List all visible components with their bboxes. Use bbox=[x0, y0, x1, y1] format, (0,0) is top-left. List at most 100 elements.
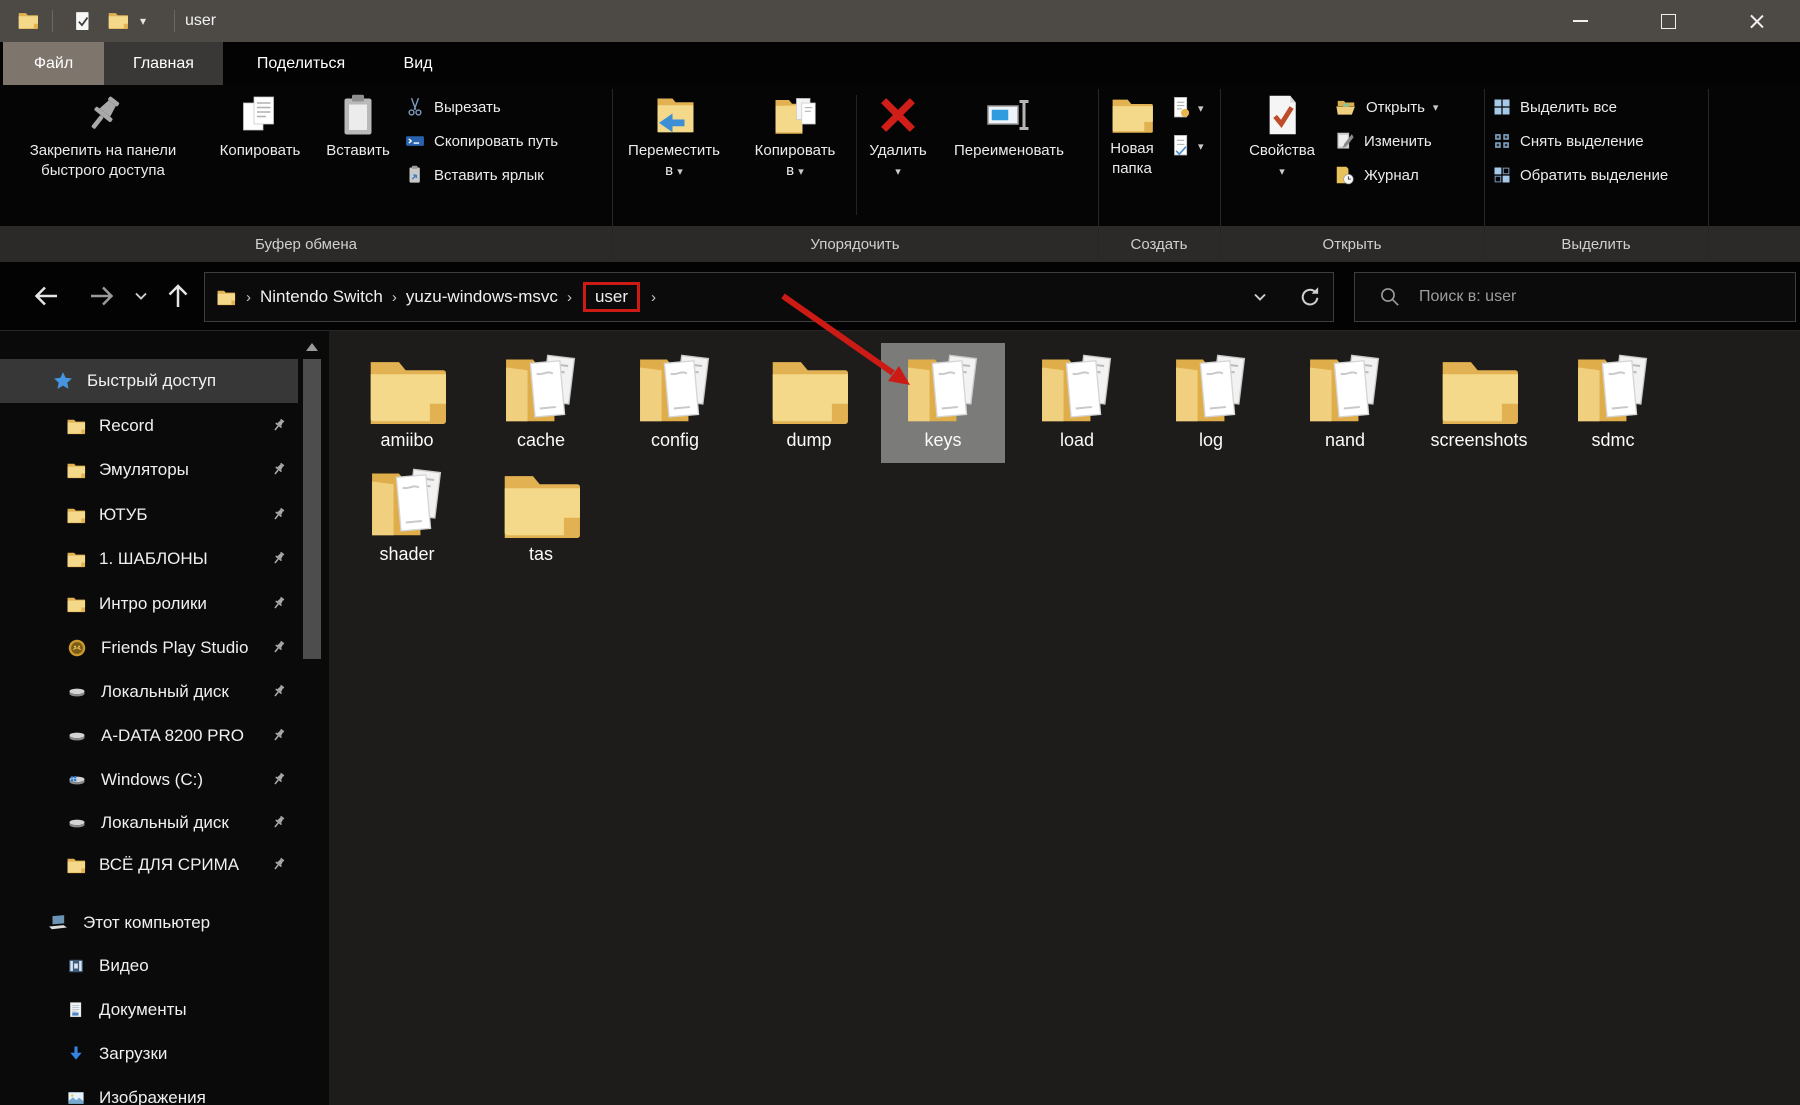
forward-icon[interactable] bbox=[86, 280, 118, 312]
cut-button[interactable]: Вырезать bbox=[404, 92, 501, 122]
tab-share[interactable]: Поделиться bbox=[236, 42, 366, 85]
sidebar-item-quick-access[interactable]: Быстрый доступ bbox=[0, 359, 298, 403]
sidebar-item-downloads[interactable]: Загрузки bbox=[0, 1032, 298, 1076]
folder-tile-keys-selected[interactable]: keys bbox=[881, 343, 1005, 463]
breadcrumb-nintendo-switch[interactable]: Nintendo Switch bbox=[260, 287, 383, 307]
sidebar-item-intro-videos[interactable]: Интро ролики bbox=[0, 582, 298, 626]
folder-tile-cache[interactable]: cache bbox=[479, 343, 603, 463]
folder-with-files-icon bbox=[364, 460, 450, 546]
folder-icon bbox=[66, 505, 86, 525]
up-icon[interactable] bbox=[162, 280, 194, 312]
clipboard-icon bbox=[334, 91, 382, 139]
copy-button[interactable]: Копировать bbox=[208, 91, 312, 161]
sidebar-item-local-disk-2[interactable]: Локальный диск bbox=[0, 801, 298, 845]
divider bbox=[174, 10, 175, 32]
new-folder-button[interactable]: Новая папка bbox=[1100, 91, 1164, 179]
address-toolbar: › Nintendo Switch › yuzu-windows-msvc › … bbox=[0, 262, 1800, 331]
maximize-button[interactable] bbox=[1624, 0, 1712, 42]
qat-properties-icon[interactable] bbox=[72, 9, 94, 33]
sidebar-item-templates[interactable]: 1. ШАБЛОНЫ bbox=[0, 537, 298, 581]
address-dropdown-icon[interactable] bbox=[1249, 287, 1271, 307]
divider bbox=[1708, 89, 1709, 259]
scrollbar-up-icon[interactable] bbox=[306, 343, 318, 351]
invert-selection-button[interactable]: Обратить выделение bbox=[1492, 160, 1668, 190]
crumb-separator-icon: › bbox=[237, 289, 260, 306]
close-button[interactable] bbox=[1712, 0, 1800, 42]
select-none-button[interactable]: Снять выделение bbox=[1492, 126, 1644, 156]
sidebar-item-friends-play-studio[interactable]: Friends Play Studio bbox=[0, 626, 298, 670]
rename-button[interactable]: Переименовать bbox=[938, 91, 1080, 161]
sidebar-item-videos[interactable]: Видео bbox=[0, 944, 298, 988]
tab-home[interactable]: Главная bbox=[104, 42, 223, 85]
dropdown-icon: ▾ bbox=[1279, 166, 1285, 178]
pin-icon bbox=[270, 595, 287, 612]
back-icon[interactable] bbox=[30, 280, 62, 312]
delete-button[interactable]: Удалить ▾ bbox=[862, 91, 934, 182]
folder-tile-nand[interactable]: nand bbox=[1283, 343, 1407, 463]
dropdown-icon: ▾ bbox=[895, 166, 901, 178]
folder-icon bbox=[66, 855, 86, 875]
edit-icon bbox=[1334, 130, 1356, 152]
paste-shortcut-button[interactable]: Вставить ярлык bbox=[404, 160, 544, 190]
tab-file[interactable]: Файл bbox=[3, 42, 104, 85]
sidebar-item-pictures[interactable]: Изображения bbox=[0, 1076, 298, 1105]
sidebar-item-vse-dlya-srima[interactable]: ВСЁ ДЛЯ СРИМА bbox=[0, 843, 298, 887]
sidebar-item-documents[interactable]: Документы bbox=[0, 988, 298, 1032]
folder-tile-log[interactable]: log bbox=[1149, 343, 1273, 463]
minimize-button[interactable] bbox=[1536, 0, 1624, 42]
copy-to-button[interactable]: Копировать в ▾ bbox=[740, 91, 850, 182]
folder-tile-shader[interactable]: shader bbox=[345, 457, 469, 577]
address-folder-icon bbox=[215, 287, 237, 307]
crumb-separator-icon: › bbox=[642, 289, 665, 306]
easy-access-button[interactable]: ▾ bbox=[1168, 133, 1204, 159]
sidebar-item-windows-c[interactable]: Windows (C:) bbox=[0, 758, 298, 802]
folder-tile-sdmc[interactable]: sdmc bbox=[1551, 343, 1675, 463]
copy-path-button[interactable]: Скопировать путь bbox=[404, 126, 558, 156]
folder-tile-load[interactable]: load bbox=[1015, 343, 1139, 463]
group-label-open: Открыть bbox=[1220, 230, 1484, 260]
search-input[interactable] bbox=[1417, 287, 1751, 307]
refresh-icon[interactable] bbox=[1297, 284, 1323, 310]
maximize-icon bbox=[1661, 14, 1676, 29]
move-to-button[interactable]: Переместить в ▾ bbox=[620, 91, 728, 182]
cut-label: Вырезать bbox=[434, 99, 501, 116]
folder-tile-tas[interactable]: tas bbox=[479, 457, 603, 577]
recent-locations-icon[interactable] bbox=[130, 286, 152, 306]
breadcrumb-user-highlighted[interactable]: user bbox=[583, 282, 640, 312]
pin-icon bbox=[270, 550, 287, 567]
folder-tile-amiibo[interactable]: amiibo bbox=[345, 343, 469, 463]
breadcrumb-yuzu-windows-msvc[interactable]: yuzu-windows-msvc bbox=[406, 287, 558, 307]
folder-tile-screenshots[interactable]: screenshots bbox=[1417, 343, 1541, 463]
new-item-button[interactable]: ▾ bbox=[1168, 95, 1204, 121]
sidebar-item-adata-drive[interactable]: A-DATA 8200 PRO bbox=[0, 714, 298, 758]
navigation-pane: Быстрый доступ Record Эмуляторы ЮТУБ 1. … bbox=[0, 331, 329, 1105]
sidebar-item-record[interactable]: Record bbox=[0, 404, 298, 448]
folder-tile-dump[interactable]: dump bbox=[747, 343, 871, 463]
copy-to-label: Копировать bbox=[740, 141, 850, 161]
open-button[interactable]: Открыть ▾ bbox=[1334, 92, 1438, 122]
folder-tile-config[interactable]: config bbox=[613, 343, 737, 463]
open-label: Открыть bbox=[1366, 99, 1425, 116]
ribbon-tabs: Файл Главная Поделиться Вид ? bbox=[0, 42, 1800, 85]
qat-new-folder-icon[interactable] bbox=[106, 9, 130, 31]
easy-access-icon bbox=[1168, 133, 1194, 159]
address-bar[interactable]: › Nintendo Switch › yuzu-windows-msvc › … bbox=[204, 272, 1334, 322]
qat-customize-icon[interactable]: ▾ bbox=[140, 14, 146, 28]
paste-button[interactable]: Вставить bbox=[318, 91, 398, 161]
gold-logo-icon bbox=[66, 637, 88, 659]
edit-button[interactable]: Изменить bbox=[1334, 126, 1432, 156]
history-button[interactable]: Журнал bbox=[1334, 160, 1419, 190]
folder-with-files-icon bbox=[1302, 346, 1388, 432]
pin-icon bbox=[270, 771, 287, 788]
tab-view[interactable]: Вид bbox=[386, 42, 450, 85]
crumb-separator-icon: › bbox=[383, 289, 406, 306]
pin-to-quick-access-button[interactable]: Закрепить на панели быстрого доступа bbox=[10, 91, 196, 181]
search-box[interactable] bbox=[1354, 272, 1796, 322]
properties-button[interactable]: Свойства ▾ bbox=[1242, 91, 1322, 182]
sidebar-item-local-disk-1[interactable]: Локальный диск bbox=[0, 670, 298, 714]
scrollbar-thumb[interactable] bbox=[303, 359, 321, 659]
sidebar-item-this-pc[interactable]: Этот компьютер bbox=[0, 901, 298, 945]
sidebar-item-emulators[interactable]: Эмуляторы bbox=[0, 448, 298, 492]
sidebar-item-youtube[interactable]: ЮТУБ bbox=[0, 493, 298, 537]
select-all-button[interactable]: Выделить все bbox=[1492, 92, 1617, 122]
